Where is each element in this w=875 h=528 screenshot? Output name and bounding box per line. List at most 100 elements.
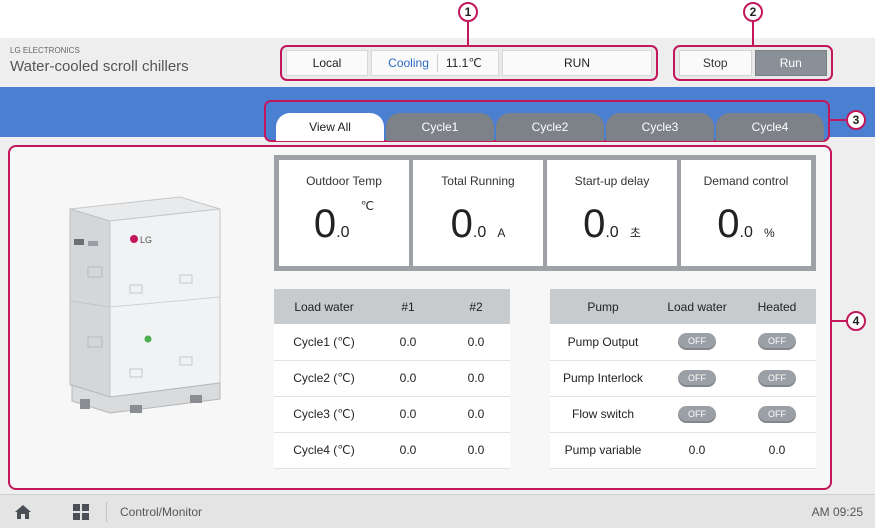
table-row: Pump Output OFF OFF [550,324,816,361]
table-cell: 0.0 [374,324,442,361]
callout-3-line [830,119,846,121]
metric-int: 0 [717,202,740,246]
pump-interlock-load-toggle[interactable]: OFF [678,369,716,387]
tab-cycle2[interactable]: Cycle2 [496,113,604,141]
chiller-unit-image: LG [69,196,221,414]
table-cell: OFF [738,324,816,361]
metric-decimal: .0 [739,224,753,241]
table-cell: 0.0 [442,360,510,397]
temperature-value: 11.1℃ [445,56,482,70]
metric-label: Total Running [441,174,515,188]
table-row: Cycle4 (℃) 0.0 0.0 [274,432,510,469]
table-cell: 0.0 [374,432,442,469]
metric-label: Start-up delay [574,174,650,188]
tab-cycle1[interactable]: Cycle1 [386,113,494,141]
callout-2: 2 [743,2,763,22]
metric-startup-delay: Start-up delay 0.0 초 [547,160,677,266]
app-title: Water-cooled scroll chillers [10,58,189,75]
run-button[interactable]: Run [754,50,827,76]
callout-4-line [832,320,846,322]
table-cell: OFF [738,396,816,433]
metric-unit: A [497,226,506,240]
cycle-tabs: View All Cycle1 Cycle2 Cycle3 Cycle4 [264,100,830,142]
column-header: #1 [374,289,442,324]
table-cell: 0.0 [374,360,442,397]
tab-cycle3[interactable]: Cycle3 [606,113,714,141]
taskbar: Control/Monitor AM 09:25 [0,494,875,528]
metric-unit: ℃ [360,199,375,213]
table-header-row: Pump Load water Heated [550,289,816,324]
metric-label: Demand control [703,174,789,188]
tab-view-all[interactable]: View All [276,113,384,141]
row-label: Cycle2 (℃) [274,360,374,397]
location-status: Local [286,50,368,76]
callout-1-line [467,22,469,45]
row-label: Pump Output [550,324,656,361]
pump-interlock-heated-toggle[interactable]: OFF [758,369,796,387]
table-header-row: Load water #1 #2 [274,289,510,324]
menu-grid-icon[interactable] [72,503,90,521]
metric-label: Outdoor Temp [306,174,382,188]
metric-value: 0.0 % [681,204,811,244]
column-header: Load water [274,289,374,324]
table-cell: OFF [656,360,738,397]
metric-value: 0.0 A [413,204,543,244]
metric-decimal: .0 [605,224,619,241]
screen: LG ELECTRONICS Water-cooled scroll chill… [0,38,875,528]
mode-status: Cooling 11.1℃ [371,50,499,76]
table-row: Pump variable 0.0 0.0 [550,432,816,469]
taskbar-divider [106,502,107,522]
table-cell: OFF [738,360,816,397]
table-row: Flow switch OFF OFF [550,396,816,433]
tab-cycle4[interactable]: Cycle4 [716,113,824,141]
breadcrumb: Control/Monitor [120,505,203,519]
table-cell: OFF [656,324,738,361]
metric-total-running: Total Running 0.0 A [413,160,543,266]
column-header: #2 [442,289,510,324]
metric-outdoor-temp: Outdoor Temp 0.0 ℃ [279,160,409,266]
load-water-table: Load water #1 #2 Cycle1 (℃) 0.0 0.0 Cycl… [274,289,510,469]
metric-demand-control: Demand control 0.0 % [681,160,811,266]
metric-int: 0 [583,202,606,246]
table-cell: 0.0 [442,432,510,469]
column-header: Pump [550,289,656,324]
metric-unit: 초 [629,226,641,240]
metrics-panel: Outdoor Temp 0.0 ℃ Total Running 0.0 A S… [274,155,816,271]
stop-button[interactable]: Stop [679,50,752,76]
flow-switch-load-toggle[interactable]: OFF [678,405,716,423]
pump-output-heated-toggle[interactable]: OFF [758,333,796,351]
table-cell: 0.0 [374,396,442,433]
row-label: Cycle3 (℃) [274,396,374,433]
metric-value: 0.0 ℃ [279,200,409,246]
callout-3: 3 [846,110,866,130]
metric-int: 0 [313,202,337,246]
mode-label: Cooling [388,56,429,70]
row-label: Cycle4 (℃) [274,432,374,469]
callout-4: 4 [846,311,866,331]
flow-switch-heated-toggle[interactable]: OFF [758,405,796,423]
metric-decimal: .0 [472,224,487,241]
clock: AM 09:25 [811,505,863,519]
table-cell: OFF [656,396,738,433]
row-label: Cycle1 (℃) [274,324,374,361]
table-cell: 0.0 [442,324,510,361]
column-header: Load water [656,289,738,324]
table-row: Cycle1 (℃) 0.0 0.0 [274,324,510,361]
metric-value: 0.0 초 [547,204,677,244]
pump-output-load-toggle[interactable]: OFF [678,333,716,351]
main-panel: LG Outdoor Temp 0.0 ℃ Total Running 0.0 … [8,145,832,490]
column-header: Heated [738,289,816,324]
row-label: Pump variable [550,432,656,469]
table-row: Cycle3 (℃) 0.0 0.0 [274,396,510,433]
callout-2-line [752,22,754,45]
table-row: Cycle2 (℃) 0.0 0.0 [274,360,510,397]
row-label: Pump Interlock [550,360,656,397]
metric-int: 0 [450,202,473,246]
status-panel: Local Cooling 11.1℃ RUN [280,45,658,81]
control-panel: Stop Run [673,45,833,81]
table-cell: 0.0 [656,432,738,469]
device-logo: LG [140,235,152,245]
home-icon[interactable] [14,504,32,520]
metric-unit: % [764,226,775,240]
table-cell: 0.0 [442,396,510,433]
